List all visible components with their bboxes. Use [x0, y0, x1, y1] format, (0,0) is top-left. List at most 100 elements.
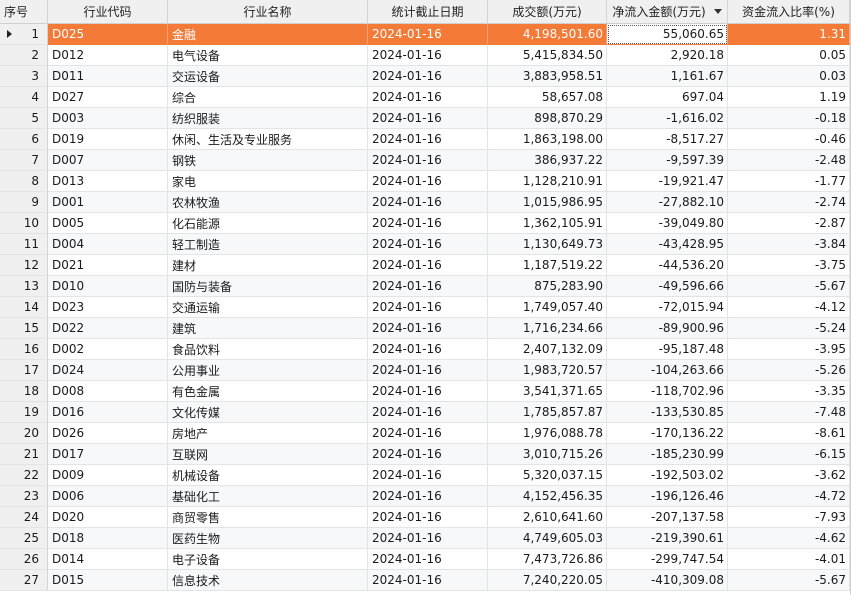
turnover-cell[interactable]: 7,473,726.86 — [488, 549, 607, 570]
turnover-cell[interactable]: 386,937.22 — [488, 150, 607, 171]
table-row[interactable]: 16 D002 食品饮料 2024-01-16 2,407,132.09 -95,187.… — [0, 339, 850, 360]
net-inflow-cell[interactable]: -89,900.96 — [607, 318, 728, 339]
industry-code-cell[interactable]: D006 — [48, 486, 168, 507]
date-cell[interactable]: 2024-01-16 — [368, 255, 488, 276]
turnover-cell[interactable]: 1,015,986.95 — [488, 192, 607, 213]
table-row[interactable]: 5 D003 纺织服装 2024-01-16 898,870.29 -1,616.02 -0… — [0, 108, 850, 129]
date-cell[interactable]: 2024-01-16 — [368, 108, 488, 129]
table-row[interactable]: 9 D001 农林牧渔 2024-01-16 1,015,986.95 -27,882.1… — [0, 192, 850, 213]
industry-code-cell[interactable]: D010 — [48, 276, 168, 297]
net-inflow-cell[interactable]: 1,161.67 — [607, 66, 728, 87]
turnover-cell[interactable]: 1,716,234.66 — [488, 318, 607, 339]
inflow-ratio-cell[interactable]: -4.12 — [728, 297, 850, 318]
industry-code-cell[interactable]: D023 — [48, 297, 168, 318]
turnover-cell[interactable]: 1,785,857.87 — [488, 402, 607, 423]
turnover-cell[interactable]: 4,198,501.60 — [488, 24, 607, 45]
table-row[interactable]: 24 D020 商贸零售 2024-01-16 2,610,641.60 -207,137… — [0, 507, 850, 528]
net-inflow-cell[interactable]: -43,428.95 — [607, 234, 728, 255]
date-cell[interactable]: 2024-01-16 — [368, 486, 488, 507]
table-row[interactable]: 17 D024 公用事业 2024-01-16 1,983,720.57 -104,263… — [0, 360, 850, 381]
column-header-industry-code[interactable]: 行业代码 — [48, 0, 168, 24]
table-row[interactable]: 23 D006 基础化工 2024-01-16 4,152,456.35 -196,126… — [0, 486, 850, 507]
net-inflow-cell[interactable]: -1,616.02 — [607, 108, 728, 129]
net-inflow-cell[interactable]: -8,517.27 — [607, 129, 728, 150]
table-row[interactable]: 12 D021 建材 2024-01-16 1,187,519.22 -44,536.20… — [0, 255, 850, 276]
table-row[interactable]: 26 D014 电子设备 2024-01-16 7,473,726.86 -299,747… — [0, 549, 850, 570]
inflow-ratio-cell[interactable]: -2.87 — [728, 213, 850, 234]
turnover-cell[interactable]: 898,870.29 — [488, 108, 607, 129]
inflow-ratio-cell[interactable]: -5.67 — [728, 276, 850, 297]
net-inflow-cell[interactable]: 55,060.65 — [607, 24, 728, 45]
industry-name-cell[interactable]: 家电 — [168, 171, 368, 192]
turnover-cell[interactable]: 5,320,037.15 — [488, 465, 607, 486]
inflow-ratio-cell[interactable]: -5.26 — [728, 360, 850, 381]
industry-name-cell[interactable]: 国防与装备 — [168, 276, 368, 297]
industry-code-cell[interactable]: D001 — [48, 192, 168, 213]
turnover-cell[interactable]: 2,610,641.60 — [488, 507, 607, 528]
date-cell[interactable]: 2024-01-16 — [368, 171, 488, 192]
industry-code-cell[interactable]: D024 — [48, 360, 168, 381]
date-cell[interactable]: 2024-01-16 — [368, 150, 488, 171]
turnover-cell[interactable]: 5,415,834.50 — [488, 45, 607, 66]
industry-code-cell[interactable]: D027 — [48, 87, 168, 108]
turnover-cell[interactable]: 1,362,105.91 — [488, 213, 607, 234]
inflow-ratio-cell[interactable]: -5.24 — [728, 318, 850, 339]
table-row[interactable]: 19 D016 文化传媒 2024-01-16 1,785,857.87 -133,530… — [0, 402, 850, 423]
date-cell[interactable]: 2024-01-16 — [368, 402, 488, 423]
net-inflow-cell[interactable]: -410,309.08 — [607, 570, 728, 591]
industry-name-cell[interactable]: 商贸零售 — [168, 507, 368, 528]
inflow-ratio-cell[interactable]: -3.95 — [728, 339, 850, 360]
turnover-cell[interactable]: 3,883,958.51 — [488, 66, 607, 87]
industry-name-cell[interactable]: 农林牧渔 — [168, 192, 368, 213]
date-cell[interactable]: 2024-01-16 — [368, 192, 488, 213]
turnover-cell[interactable]: 1,128,210.91 — [488, 171, 607, 192]
inflow-ratio-cell[interactable]: -4.01 — [728, 549, 850, 570]
net-inflow-cell[interactable]: -9,597.39 — [607, 150, 728, 171]
inflow-ratio-cell[interactable]: -5.67 — [728, 570, 850, 591]
industry-code-cell[interactable]: D018 — [48, 528, 168, 549]
table-row[interactable]: 22 D009 机械设备 2024-01-16 5,320,037.15 -192,503… — [0, 465, 850, 486]
industry-fund-flow-grid[interactable]: 序号 行业代码 行业名称 统计截止日期 成交额(万元) 净流入金额(万元) 资金… — [0, 0, 851, 595]
inflow-ratio-cell[interactable]: -3.84 — [728, 234, 850, 255]
table-row[interactable]: 1 D025 金融 2024-01-16 4,198,501.60 55,060.65 1.… — [0, 24, 850, 45]
industry-name-cell[interactable]: 金融 — [168, 24, 368, 45]
industry-code-cell[interactable]: D012 — [48, 45, 168, 66]
industry-name-cell[interactable]: 交通运输 — [168, 297, 368, 318]
column-header-inflow-ratio[interactable]: 资金流入比率(%) — [728, 0, 850, 24]
industry-name-cell[interactable]: 建材 — [168, 255, 368, 276]
net-inflow-cell[interactable]: -72,015.94 — [607, 297, 728, 318]
date-cell[interactable]: 2024-01-16 — [368, 339, 488, 360]
table-row[interactable]: 10 D005 化石能源 2024-01-16 1,362,105.91 -39,049.… — [0, 213, 850, 234]
industry-code-cell[interactable]: D025 — [48, 24, 168, 45]
date-cell[interactable]: 2024-01-16 — [368, 549, 488, 570]
date-cell[interactable]: 2024-01-16 — [368, 66, 488, 87]
turnover-cell[interactable]: 3,010,715.26 — [488, 444, 607, 465]
industry-name-cell[interactable]: 电气设备 — [168, 45, 368, 66]
date-cell[interactable]: 2024-01-16 — [368, 24, 488, 45]
industry-name-cell[interactable]: 信息技术 — [168, 570, 368, 591]
industry-code-cell[interactable]: D020 — [48, 507, 168, 528]
industry-code-cell[interactable]: D002 — [48, 339, 168, 360]
table-row[interactable]: 2 D012 电气设备 2024-01-16 5,415,834.50 2,920.18 0… — [0, 45, 850, 66]
industry-name-cell[interactable]: 化石能源 — [168, 213, 368, 234]
turnover-cell[interactable]: 4,152,456.35 — [488, 486, 607, 507]
turnover-cell[interactable]: 1,983,720.57 — [488, 360, 607, 381]
turnover-cell[interactable]: 58,657.08 — [488, 87, 607, 108]
inflow-ratio-cell[interactable]: -4.72 — [728, 486, 850, 507]
net-inflow-cell[interactable]: -192,503.02 — [607, 465, 728, 486]
turnover-cell[interactable]: 875,283.90 — [488, 276, 607, 297]
inflow-ratio-cell[interactable]: -2.74 — [728, 192, 850, 213]
industry-name-cell[interactable]: 房地产 — [168, 423, 368, 444]
table-row[interactable]: 11 D004 轻工制造 2024-01-16 1,130,649.73 -43,428.… — [0, 234, 850, 255]
industry-name-cell[interactable]: 轻工制造 — [168, 234, 368, 255]
inflow-ratio-cell[interactable]: -7.93 — [728, 507, 850, 528]
industry-name-cell[interactable]: 机械设备 — [168, 465, 368, 486]
turnover-cell[interactable]: 1,749,057.40 — [488, 297, 607, 318]
industry-name-cell[interactable]: 互联网 — [168, 444, 368, 465]
industry-code-cell[interactable]: D007 — [48, 150, 168, 171]
column-header-turnover[interactable]: 成交额(万元) — [488, 0, 607, 24]
table-row[interactable]: 25 D018 医药生物 2024-01-16 4,749,605.03 -219,390… — [0, 528, 850, 549]
industry-name-cell[interactable]: 医药生物 — [168, 528, 368, 549]
date-cell[interactable]: 2024-01-16 — [368, 45, 488, 66]
turnover-cell[interactable]: 3,541,371.65 — [488, 381, 607, 402]
